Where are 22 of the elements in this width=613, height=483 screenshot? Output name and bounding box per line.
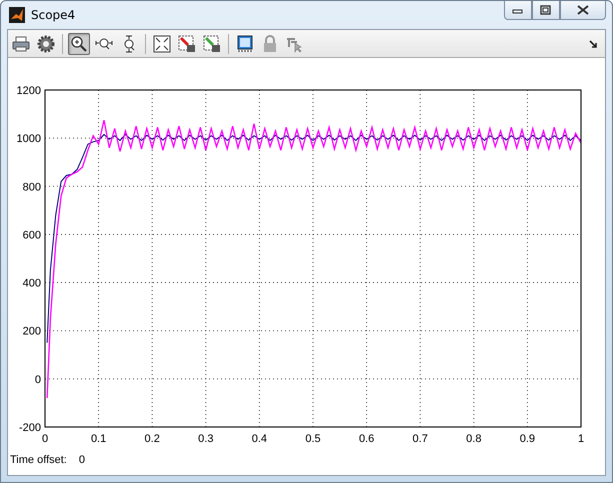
y-tick-label: 400: [22, 278, 41, 290]
time-offset-value: 0: [78, 454, 85, 466]
x-tick-label: 0.4: [252, 433, 268, 445]
x-tick-label: 0.3: [198, 433, 214, 445]
y-tick-label: 1000: [16, 133, 41, 146]
x-tick-label: 0.8: [466, 433, 482, 445]
y-tick-label: 800: [22, 181, 41, 194]
x-tick-label: 0: [42, 433, 48, 445]
x-tick-label: 0.6: [358, 433, 374, 445]
time-offset-label: Time offset:: [10, 454, 67, 466]
y-tick-label: 200: [22, 326, 41, 338]
x-tick-label: 0.2: [144, 433, 160, 445]
y-tick-label: -200: [18, 422, 41, 434]
x-tick-label: 1: [578, 433, 584, 445]
y-tick-label: 600: [22, 229, 41, 242]
window-title: Scope4: [31, 8, 76, 22]
x-tick-label: 0.1: [90, 433, 106, 445]
x-tick-label: 0.9: [520, 433, 536, 445]
x-tick-label: 0.5: [305, 433, 321, 445]
y-tick-label: 0: [34, 374, 41, 386]
y-tick-label: 1200: [16, 85, 41, 97]
x-tick-label: 0.7: [412, 433, 428, 445]
